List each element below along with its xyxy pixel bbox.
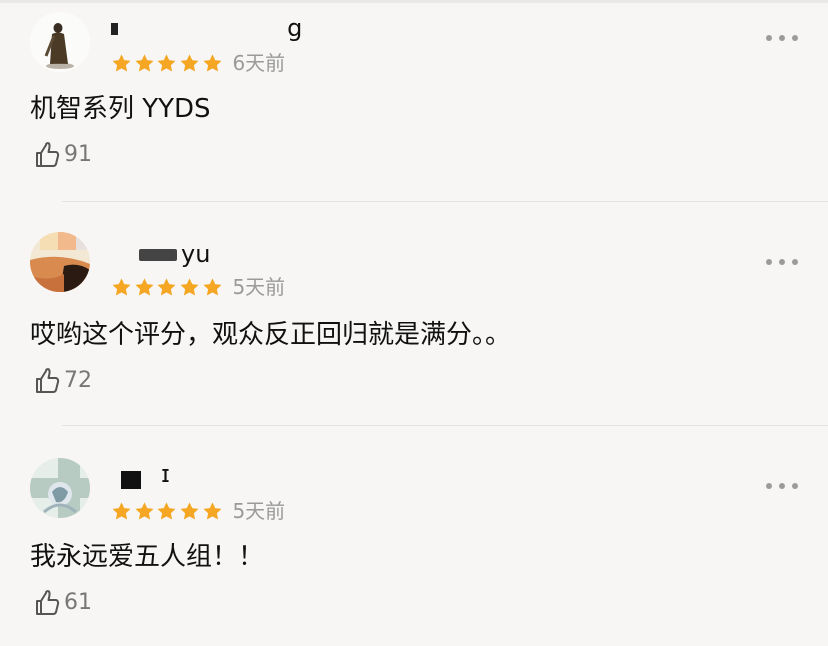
comment-time: 5天前 bbox=[232, 275, 286, 299]
star-icon bbox=[135, 53, 154, 71]
comment-item: g 6天前 机智系列 YYDS 91 bbox=[0, 0, 828, 202]
thumbs-up-icon bbox=[36, 142, 60, 167]
avatar[interactable] bbox=[30, 458, 90, 518]
star-icon bbox=[112, 277, 131, 295]
username-text: ɪ bbox=[161, 460, 170, 488]
thumbs-up-icon bbox=[36, 368, 60, 393]
comment-item: ɪ 5天前 我永远爱五人组！！ 61 bbox=[0, 426, 828, 646]
like-count: 72 bbox=[64, 368, 92, 393]
like-count: 61 bbox=[64, 590, 92, 615]
star-icon bbox=[203, 277, 222, 295]
star-icon bbox=[203, 501, 222, 519]
star-rating: 5天前 bbox=[111, 500, 285, 522]
username[interactable]: g bbox=[111, 14, 302, 42]
star-icon bbox=[157, 53, 176, 71]
star-rating: 6天前 bbox=[111, 52, 285, 74]
star-icon bbox=[180, 501, 199, 519]
star-icon bbox=[180, 53, 199, 71]
comment-text: 我永远爱五人组！！ bbox=[30, 542, 265, 572]
thumbs-up-icon bbox=[36, 590, 60, 615]
avatar[interactable] bbox=[30, 232, 90, 292]
comment-time: 5天前 bbox=[232, 499, 286, 523]
star-icon bbox=[157, 277, 176, 295]
like-button[interactable]: 91 bbox=[32, 140, 92, 170]
star-icon bbox=[180, 277, 199, 295]
star-icon bbox=[135, 501, 154, 519]
username[interactable]: yu bbox=[111, 240, 210, 268]
avatar[interactable] bbox=[30, 12, 90, 72]
comment-item: yu 5天前 哎哟这个评分，观众反正回归就是满分。。 72 bbox=[0, 202, 828, 426]
like-count: 91 bbox=[64, 142, 92, 167]
star-rating: 5天前 bbox=[111, 276, 285, 298]
like-button[interactable]: 61 bbox=[32, 588, 92, 618]
like-button[interactable]: 72 bbox=[32, 366, 92, 396]
username-text: yu bbox=[181, 240, 211, 268]
more-dots-icon[interactable] bbox=[766, 481, 798, 491]
comment-time: 6天前 bbox=[232, 51, 286, 75]
star-icon bbox=[135, 277, 154, 295]
star-icon bbox=[203, 53, 222, 71]
star-icon bbox=[157, 501, 176, 519]
star-icon bbox=[112, 53, 131, 71]
more-dots-icon[interactable] bbox=[766, 257, 798, 267]
star-icon bbox=[112, 501, 131, 519]
username[interactable]: ɪ bbox=[111, 460, 170, 489]
more-dots-icon[interactable] bbox=[766, 33, 798, 43]
comment-text: 机智系列 YYDS bbox=[30, 94, 211, 124]
username-text: g bbox=[244, 14, 303, 42]
comment-text: 哎哟这个评分，观众反正回归就是满分。。 bbox=[30, 320, 512, 350]
